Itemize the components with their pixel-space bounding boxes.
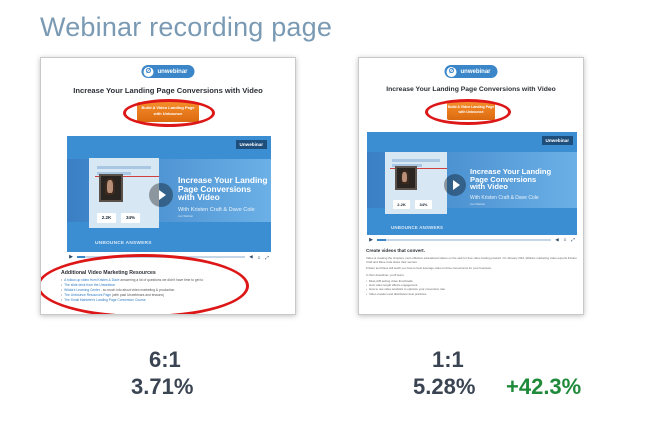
- variant-b-ratio: 1:1: [432, 347, 464, 372]
- video-date: Live Webinar: [178, 215, 194, 218]
- cta-highlight-ellipse: [425, 99, 511, 125]
- video-date: Live Webinar: [470, 203, 486, 206]
- play-icon[interactable]: [444, 174, 466, 196]
- settings-icon[interactable]: ≡: [255, 255, 263, 260]
- presenter-thumbnail: [395, 166, 417, 190]
- stat-percent: 34%: [121, 213, 140, 223]
- control-play-icon[interactable]: ▶: [367, 237, 375, 243]
- logo-mark-icon: Ø: [446, 66, 457, 77]
- description-paragraph: Video is creating the simplest, most eff…: [366, 256, 577, 265]
- variant-b-screenshot: Ø unwebinar Increase Your Landing Page C…: [358, 57, 584, 315]
- description-paragraph: In this Unwebinar, you'll learn:: [366, 272, 405, 277]
- slide-title: Webinar recording page: [40, 12, 333, 42]
- video-brand-tag: Unwebinar: [541, 136, 573, 145]
- learning-list: Must-A/B testing video thumbnails How vi…: [366, 279, 580, 296]
- stat-views: 2.2K: [97, 213, 116, 223]
- description-heading: Create videos that convert.: [366, 248, 425, 253]
- cta-highlight-ellipse: [123, 99, 215, 127]
- control-play-icon[interactable]: ▶: [67, 254, 75, 260]
- volume-icon[interactable]: ◀: [553, 237, 561, 243]
- play-icon[interactable]: [149, 183, 173, 207]
- resources-highlight-ellipse: [41, 254, 249, 314]
- variant-a-ratio: 6:1: [149, 347, 181, 372]
- logo-text: unwebinar: [157, 68, 188, 75]
- video-player[interactable]: Unwebinar 2.2K 34% Increase Your Landing…: [67, 136, 271, 262]
- presenter-thumbnail: [99, 174, 123, 202]
- video-title: Increase Your Landing Page Conversions w…: [178, 175, 268, 203]
- video-scrubber[interactable]: [377, 238, 551, 241]
- video-subtitle: With Kristen Craft & Dave Cole: [178, 207, 255, 213]
- variant-a-conversion-rate: 3.71%: [131, 374, 194, 399]
- video-footer-brand: UNBOUNCE ANSWERS: [391, 225, 444, 230]
- stat-percent: 34%: [415, 200, 432, 209]
- unwebinar-logo: Ø unwebinar: [141, 65, 195, 78]
- video-footer-brand: UNBOUNCE ANSWERS: [95, 241, 152, 246]
- logo-text: unwebinar: [460, 68, 491, 75]
- page-headline: Increase Your Landing Page Conversions w…: [386, 86, 556, 93]
- variant-b-conversion-rate: 5.28%: [413, 374, 476, 399]
- stat-views: 2.2K: [393, 200, 410, 209]
- fullscreen-icon[interactable]: ⤢: [569, 237, 577, 242]
- video-title: Increase Your Landing Page Conversions w…: [470, 167, 552, 192]
- conversion-lift: +42.3%: [506, 374, 582, 399]
- logo-mark-icon: Ø: [143, 66, 154, 77]
- video-subtitle: With Kristen Craft & Dave Cole: [470, 195, 539, 201]
- video-controls: ▶ ◀ ≡ ⤢: [367, 235, 577, 244]
- video-player[interactable]: Unwebinar 2.2K 34% Increase Your Landing…: [367, 132, 577, 244]
- unwebinar-logo: Ø unwebinar: [444, 65, 498, 78]
- description-paragraph: Kristen and Dave will teach you how to b…: [366, 266, 492, 271]
- description-section: Create videos that convert. Video is cre…: [366, 248, 580, 296]
- variant-a-screenshot: Ø unwebinar Increase Your Landing Page C…: [40, 57, 296, 315]
- page-headline: Increase Your Landing Page Conversions w…: [73, 86, 263, 95]
- settings-icon[interactable]: ≡: [561, 237, 569, 242]
- video-brand-tag: Unwebinar: [235, 140, 267, 149]
- fullscreen-icon[interactable]: ⤢: [263, 255, 271, 260]
- volume-icon[interactable]: ◀: [247, 254, 255, 260]
- list-item: Video creation and distribution best pra…: [366, 292, 580, 296]
